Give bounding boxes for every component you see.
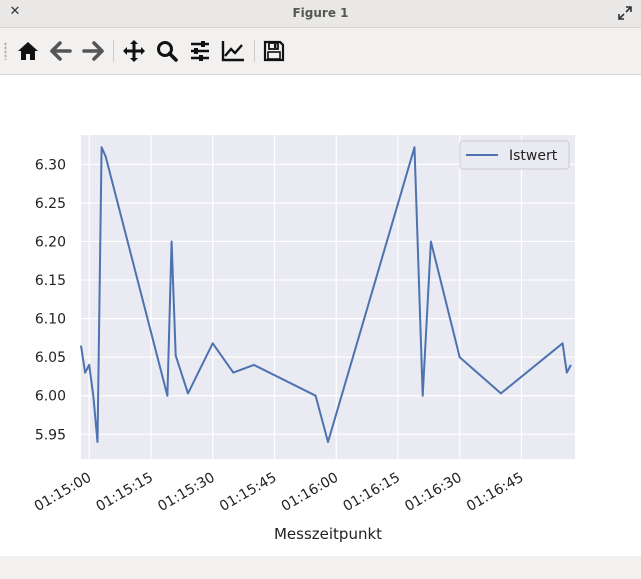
- y-tick-label: 5.95: [35, 427, 66, 443]
- zoom-button[interactable]: [152, 37, 182, 65]
- save-button[interactable]: [259, 37, 289, 65]
- line-chart-icon: [221, 41, 244, 62]
- x-tick-label: 01:15:15: [94, 470, 156, 515]
- home-button[interactable]: [13, 37, 43, 65]
- y-tick-label: 6.10: [35, 312, 66, 328]
- arrow-left-icon: [50, 41, 72, 61]
- toolbar-separator: [113, 40, 114, 62]
- home-icon: [18, 42, 38, 60]
- y-tick-label: 6.20: [35, 234, 66, 250]
- legend-label: Istwert: [509, 148, 558, 164]
- magnifier-icon: [157, 41, 178, 62]
- toolbar: [0, 28, 641, 75]
- back-button[interactable]: [46, 37, 76, 65]
- figure-canvas[interactable]: 5.95 6.00 6.05 6.10 6.15 6.20 6.25 6.30 01:15:0…: [0, 75, 641, 556]
- line-chart[interactable]: 5.95 6.00 6.05 6.10 6.15 6.20 6.25 6.30 01:15:0…: [0, 75, 641, 556]
- window-title: Figure 1: [292, 6, 349, 20]
- x-tick-label: 01:16:00: [279, 470, 341, 515]
- arrow-right-icon: [82, 41, 104, 61]
- maximize-icon[interactable]: [617, 5, 633, 21]
- x-tick-label: 01:15:00: [32, 470, 94, 515]
- floppy-icon: [263, 40, 285, 62]
- y-tick-label: 6.15: [35, 273, 66, 289]
- x-tick-label: 01:16:30: [402, 470, 464, 515]
- x-tick-label: 01:15:30: [155, 470, 217, 515]
- legend: Istwert: [459, 140, 570, 170]
- plot-area: [81, 135, 575, 459]
- y-tick-label: 6.30: [35, 157, 66, 173]
- x-tick-label: 01:16:45: [464, 470, 526, 515]
- y-tick-label: 6.25: [35, 196, 66, 212]
- forward-button[interactable]: [78, 37, 108, 65]
- x-tick-label: 01:16:15: [341, 470, 403, 515]
- edit-axis-button[interactable]: [218, 37, 248, 65]
- toolbar-separator: [254, 40, 255, 62]
- pan-button[interactable]: [119, 37, 149, 65]
- sliders-icon: [191, 41, 209, 61]
- x-axis-label: Messzeitpunkt: [274, 525, 382, 543]
- toolbar-grip: [4, 42, 7, 60]
- x-tick-labels: 01:15:00 01:15:15 01:15:30 01:15:45 01:16:00…: [32, 470, 527, 515]
- y-tick-label: 6.05: [35, 350, 66, 366]
- x-tick-label: 01:15:45: [217, 470, 279, 515]
- move-icon: [123, 40, 145, 62]
- window-titlebar: ✕ Figure 1: [0, 0, 641, 28]
- status-bar: [0, 556, 641, 579]
- y-tick-labels: 5.95 6.00 6.05 6.10 6.15 6.20 6.25 6.30: [35, 157, 66, 443]
- configure-subplots-button[interactable]: [185, 37, 215, 65]
- y-tick-label: 6.00: [35, 389, 66, 405]
